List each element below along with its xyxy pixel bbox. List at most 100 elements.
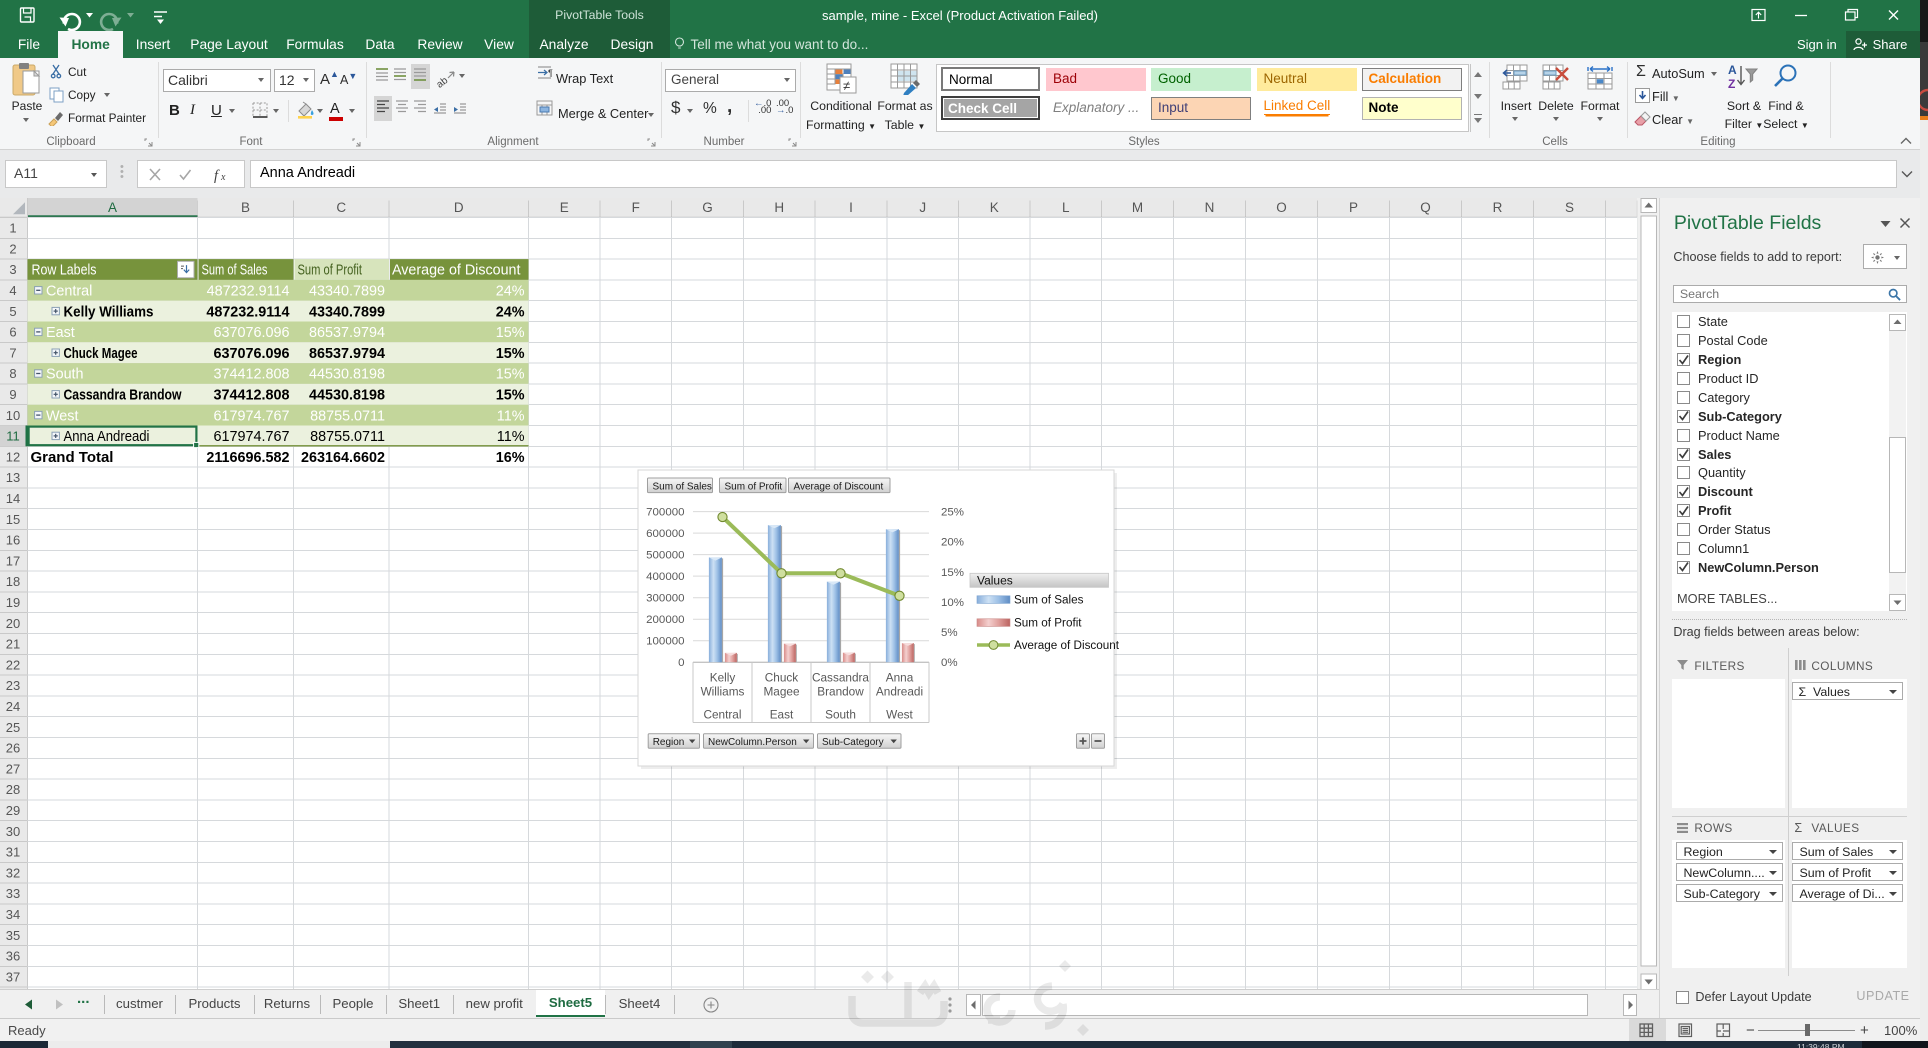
svg-text:15: 15 — [6, 512, 20, 527]
svg-text:600000: 600000 — [646, 528, 684, 540]
svg-text:23: 23 — [6, 678, 20, 693]
svg-text:20: 20 — [6, 616, 20, 631]
svg-text:22: 22 — [6, 657, 20, 672]
svg-text:ab: ab — [435, 75, 451, 88]
svg-text:15%: 15% — [496, 346, 525, 362]
svg-text:J: J — [919, 200, 926, 215]
svg-text:44530.8198: 44530.8198 — [309, 388, 385, 404]
svg-text:Sum of Sales: Sum of Sales — [1014, 593, 1084, 606]
svg-text:17: 17 — [6, 553, 20, 568]
svg-text:I: I — [849, 200, 853, 215]
svg-text:Region: Region — [653, 737, 685, 748]
svg-text:Sum of Sales: Sum of Sales — [652, 481, 711, 492]
svg-text:32: 32 — [6, 865, 20, 880]
svg-text:11%: 11% — [497, 429, 525, 445]
svg-text:3: 3 — [9, 262, 16, 277]
svg-text:15%: 15% — [496, 388, 525, 404]
svg-text:28: 28 — [6, 782, 20, 797]
svg-text:F: F — [632, 200, 640, 215]
svg-text:≠: ≠ — [843, 78, 850, 93]
svg-text:16: 16 — [6, 533, 20, 548]
svg-text:Average of Discount: Average of Discount — [793, 481, 883, 492]
svg-text:25%: 25% — [941, 507, 964, 519]
svg-text:5%: 5% — [941, 627, 958, 639]
svg-text:100000: 100000 — [646, 636, 684, 648]
svg-text:N: N — [1205, 200, 1215, 215]
svg-text:H: H — [774, 200, 784, 215]
svg-text:Brandow: Brandow — [817, 685, 864, 698]
svg-text:A: A — [108, 200, 117, 215]
svg-text:263164.6602: 263164.6602 — [301, 450, 385, 466]
svg-text:37: 37 — [6, 969, 20, 984]
svg-text:300000: 300000 — [646, 593, 684, 605]
svg-text:11%: 11% — [497, 408, 525, 424]
svg-text:12: 12 — [6, 449, 20, 464]
svg-text:200000: 200000 — [646, 614, 684, 626]
svg-text:x: x — [220, 172, 226, 183]
svg-text:487232.9114: 487232.9114 — [206, 304, 289, 320]
svg-text:South: South — [46, 367, 84, 383]
svg-text:24%: 24% — [496, 284, 525, 300]
svg-text:6: 6 — [9, 325, 16, 340]
svg-text:15%: 15% — [496, 325, 525, 341]
svg-text:Magee: Magee — [763, 685, 799, 698]
svg-text:21: 21 — [6, 637, 20, 652]
svg-text:400000: 400000 — [646, 571, 684, 583]
svg-text:K: K — [990, 200, 999, 215]
svg-text:1: 1 — [9, 221, 16, 236]
svg-text:Kelly: Kelly — [710, 671, 736, 684]
svg-text:26: 26 — [6, 741, 20, 756]
svg-text:374412.808: 374412.808 — [214, 388, 290, 404]
svg-text:9: 9 — [9, 387, 16, 402]
svg-text:O: O — [1276, 200, 1286, 215]
svg-text:0%: 0% — [941, 657, 958, 669]
svg-text:11: 11 — [6, 429, 19, 444]
svg-text:Central: Central — [704, 708, 742, 721]
svg-text:30: 30 — [6, 824, 20, 839]
svg-text:4: 4 — [9, 283, 16, 298]
svg-text:88755.0711: 88755.0711 — [310, 408, 385, 424]
svg-text:Andreadi: Andreadi — [876, 685, 923, 698]
svg-text:43340.7899: 43340.7899 — [309, 284, 385, 300]
svg-text:18: 18 — [6, 574, 20, 589]
svg-text:f: f — [214, 168, 220, 183]
svg-text:South: South — [825, 708, 856, 721]
svg-text:East: East — [770, 708, 794, 721]
svg-text:15%: 15% — [496, 367, 525, 383]
svg-text:34: 34 — [6, 907, 20, 922]
svg-text:Sum of Sales: Sum of Sales — [201, 263, 267, 279]
svg-text:Values: Values — [977, 573, 1013, 587]
svg-text:Z: Z — [1728, 77, 1735, 91]
svg-text:0: 0 — [678, 657, 684, 669]
svg-text:44530.8198: 44530.8198 — [309, 367, 385, 383]
svg-text:Sub-Category: Sub-Category — [822, 737, 884, 748]
svg-text:C: C — [336, 200, 346, 215]
svg-text:27: 27 — [6, 761, 20, 776]
svg-text:617974.767: 617974.767 — [214, 429, 290, 445]
svg-text:West: West — [886, 708, 913, 721]
svg-text:24: 24 — [6, 699, 20, 714]
svg-text:Chuck: Chuck — [765, 671, 799, 684]
svg-text:13: 13 — [6, 470, 20, 485]
svg-text:637076.096: 637076.096 — [214, 346, 290, 362]
svg-text:M: M — [1132, 200, 1143, 215]
svg-text:374412.808: 374412.808 — [214, 367, 290, 383]
svg-text:25: 25 — [6, 720, 20, 735]
svg-text:14: 14 — [6, 491, 20, 506]
svg-text:S: S — [1565, 200, 1574, 215]
svg-text:5: 5 — [9, 304, 16, 319]
svg-text:8: 8 — [9, 366, 16, 381]
svg-text:700000: 700000 — [646, 507, 684, 519]
svg-text:637076.096: 637076.096 — [214, 325, 290, 341]
svg-text:A: A — [1728, 63, 1737, 77]
svg-text:Row Labels: Row Labels — [31, 263, 96, 279]
svg-text:West: West — [46, 408, 78, 424]
svg-text:19: 19 — [6, 595, 20, 610]
svg-text:B: B — [241, 200, 250, 215]
svg-text:East: East — [46, 325, 75, 341]
svg-text:487232.9114: 487232.9114 — [207, 284, 290, 300]
svg-text:24%: 24% — [496, 304, 525, 320]
svg-text:Anna Andreadi: Anna Andreadi — [63, 429, 149, 445]
svg-text:617974.767: 617974.767 — [214, 408, 290, 424]
svg-text:Sum of Profit: Sum of Profit — [297, 263, 361, 279]
